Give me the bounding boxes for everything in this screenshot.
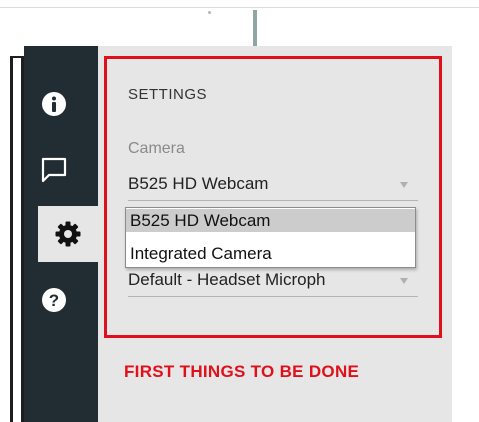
content-pane — [0, 46, 24, 422]
top-stem — [253, 10, 257, 46]
camera-selected-value: B525 HD Webcam — [128, 174, 269, 193]
chevron-down-icon — [400, 182, 408, 188]
chevron-down-icon — [400, 278, 408, 284]
info-icon — [42, 92, 66, 116]
svg-text:?: ? — [49, 291, 59, 310]
content-frame-left — [10, 56, 13, 422]
top-dot — [208, 11, 211, 14]
camera-select[interactable]: B525 HD Webcam — [128, 170, 418, 201]
annotation-text: FIRST THINGS TO BE DONE — [124, 362, 360, 381]
panel-edge — [452, 46, 479, 422]
camera-option[interactable]: Integrated Camera — [126, 242, 415, 265]
camera-option[interactable]: B525 HD Webcam — [126, 209, 415, 232]
top-divider — [0, 7, 479, 8]
sidebar-rail: ? — [24, 46, 98, 422]
help-icon: ? — [42, 288, 66, 312]
camera-label: Camera — [128, 140, 185, 157]
gear-icon — [55, 221, 81, 247]
panel-title: SETTINGS — [128, 86, 208, 103]
sidebar-item-help[interactable]: ? — [24, 272, 84, 328]
camera-dropdown-list: B525 HD Webcam Integrated Camera — [125, 207, 416, 268]
microphone-selected-value: Default - Headset Microph — [128, 270, 326, 289]
sidebar-item-settings[interactable] — [38, 206, 98, 262]
sidebar-item-info[interactable] — [24, 76, 84, 132]
top-strip — [0, 0, 479, 46]
microphone-select[interactable]: Default - Headset Microph — [128, 268, 418, 297]
chat-icon — [41, 157, 67, 183]
sidebar-item-chat[interactable] — [24, 142, 84, 198]
